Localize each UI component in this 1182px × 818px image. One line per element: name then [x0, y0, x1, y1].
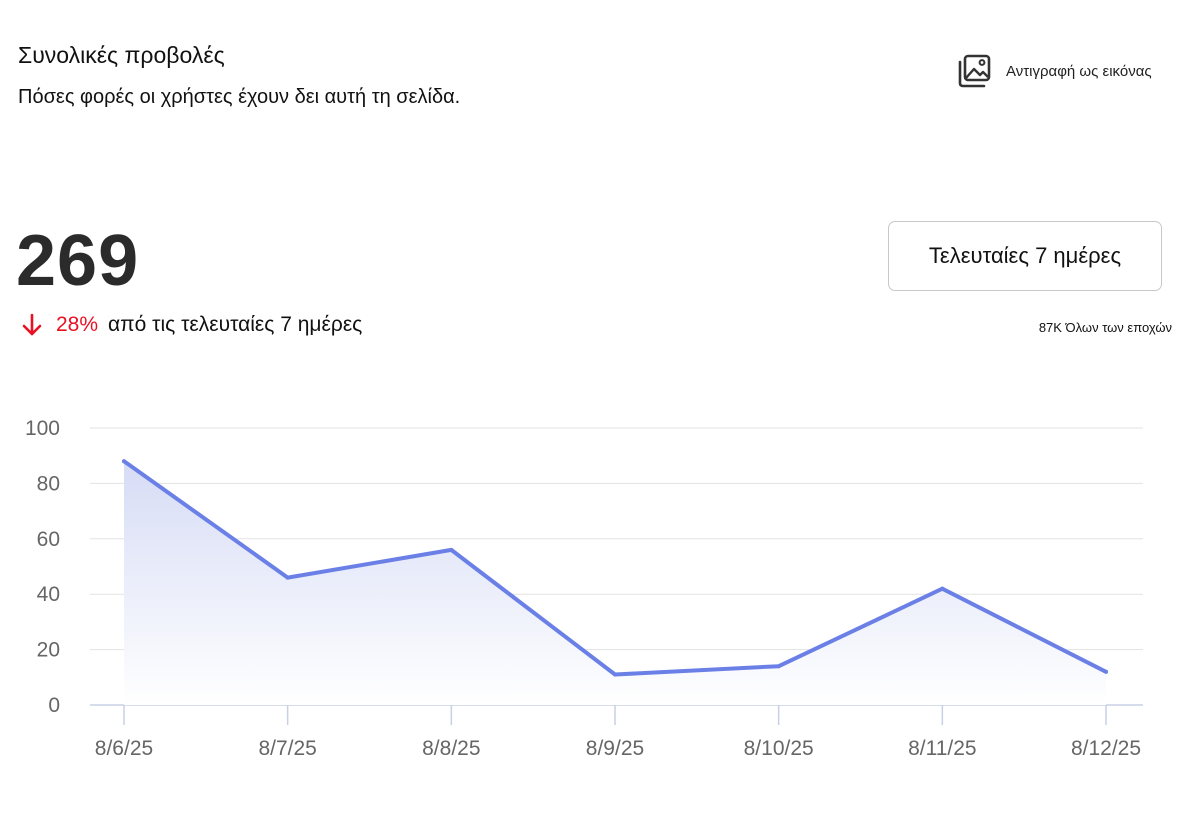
series-area [124, 461, 1106, 705]
copy-as-image-button[interactable]: Αντιγραφή ως εικόνας [956, 52, 1152, 90]
change-indicator: 28% από τις τελευταίες 7 ημέρες [20, 312, 362, 338]
x-tick-label: 8/11/25 [908, 737, 977, 760]
x-tick-label: 8/9/25 [586, 737, 644, 760]
image-icon [958, 54, 991, 88]
y-axis: 0 20 40 60 80 100 [25, 417, 60, 717]
date-range-button[interactable]: Τελευταίες 7 ημέρες [888, 221, 1162, 291]
x-axis: 8/6/25 8/7/25 8/8/25 8/9/25 8/10/25 8/11/25 8/… [95, 705, 1141, 760]
x-tick-label: 8/10/25 [744, 737, 814, 760]
change-percent: 28% [56, 313, 99, 336]
x-tick-label: 8/8/25 [422, 737, 480, 760]
data-point [122, 459, 126, 464]
card-subtitle: Πόσες φορές οι χρήστες έχουν δει αυτή τη… [18, 86, 461, 108]
x-tick-label: 8/12/25 [1071, 737, 1141, 760]
copy-as-image-label: Αντιγραφή ως εικόνας [1006, 62, 1152, 80]
data-point [940, 586, 945, 591]
card-title: Συνολικές προβολές [18, 42, 225, 68]
data-point [285, 575, 290, 580]
y-tick-label: 0 [48, 694, 60, 717]
x-tick-label: 8/7/25 [258, 737, 316, 760]
change-text: από τις τελευταίες 7 ημέρες [108, 313, 363, 336]
y-tick-label: 20 [37, 639, 60, 662]
arrow-down-icon [22, 313, 42, 336]
total-views-value: 269 [16, 221, 140, 301]
data-point [1104, 669, 1108, 674]
all-time-views: 87K Όλων των εποχών [1038, 320, 1172, 335]
y-tick-label: 60 [37, 528, 60, 551]
data-point [776, 664, 781, 669]
y-tick-label: 80 [37, 472, 60, 495]
y-tick-label: 100 [25, 417, 60, 440]
data-point [449, 547, 454, 552]
views-line-chart: 0 20 40 60 80 100 8/6/25 8/7/25 8/8/25 8/9/25 8/1… [25, 417, 1143, 760]
area-fill [124, 461, 1106, 705]
y-tick-label: 40 [37, 583, 60, 606]
data-point [613, 672, 617, 677]
x-tick-label: 8/6/25 [95, 737, 153, 760]
